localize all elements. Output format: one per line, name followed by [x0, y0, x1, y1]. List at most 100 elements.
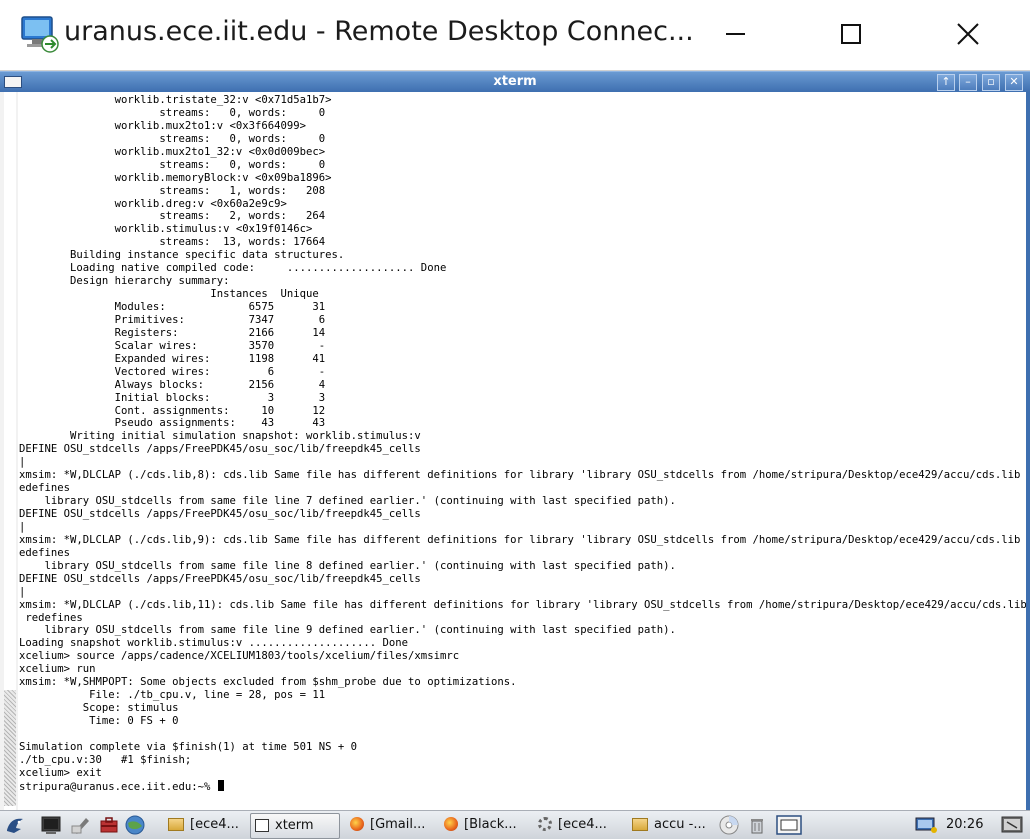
terminal-line: streams: 0, words: 0: [19, 106, 326, 119]
terminal-line: xmsim: *W,DLCLAP (./cds.lib,11): cds.lib…: [19, 598, 1026, 611]
terminal-line: Cont. assignments: 10 12: [19, 404, 326, 417]
terminal-line: worklib.mux2to1:v <0x3f664099>: [19, 119, 307, 132]
folder-icon: [632, 818, 648, 831]
terminal-line: Loading native compiled code: ..........…: [19, 262, 447, 275]
terminal-line: library OSU_stdcells from same file line…: [19, 559, 676, 572]
gear-icon: [538, 817, 552, 831]
terminal-line: worklib.stimulus:v <0x19f0146c>: [19, 223, 313, 236]
terminal-line: edefines: [19, 546, 71, 559]
terminal-line: Initial blocks: 3 3: [19, 391, 326, 404]
task-label: [ece4...: [190, 817, 239, 832]
terminal-line: worklib.mux2to1_32:v <0x0d009bec>: [19, 145, 326, 158]
terminal-icon: [255, 819, 269, 832]
clock[interactable]: 20:26: [946, 813, 983, 837]
minimize-icon[interactable]: [712, 12, 758, 58]
terminal-cursor: [217, 779, 224, 791]
terminal-line: ./tb_cpu.v:30 #1 $finish;: [19, 753, 192, 766]
editor-icon[interactable]: [70, 814, 92, 836]
start-menu-icon[interactable]: [4, 814, 26, 836]
firefox-icon: [350, 817, 364, 831]
remote-desktop-icon: [21, 16, 59, 53]
terminal-line: worklib.tristate_32:v <0x71d5a1b7>: [19, 94, 332, 106]
terminal-line: |: [19, 520, 26, 533]
terminal-line: xmsim: *W,DLCLAP (./cds.lib,8): cds.lib …: [19, 469, 1026, 482]
trash-icon[interactable]: [746, 814, 768, 836]
terminal-line: File: ./tb_cpu.v, line = 28, pos = 11: [19, 689, 326, 702]
terminal-line: Simulation complete via $finish(1) at ti…: [19, 740, 358, 753]
terminal-line: streams: 0, words: 0: [19, 132, 326, 145]
terminal-line: DEFINE OSU_stdcells /apps/FreePDK45/osu_…: [19, 572, 421, 585]
xterm-titlebar[interactable]: xterm ↑ – ▫ ✕: [0, 71, 1030, 92]
terminal-line: Expanded wires: 1198 41: [19, 352, 326, 365]
task-label: [Black...: [464, 817, 517, 832]
xterm-title: xterm: [493, 74, 537, 89]
terminal-line: Primitives: 7347 6: [19, 313, 326, 326]
task-label: [Gmail...: [370, 817, 426, 832]
terminal-line: Scope: stimulus: [19, 702, 179, 715]
task-ece4-settings[interactable]: [ece4...: [534, 813, 620, 837]
terminal-line: Pseudo assignments: 43 43: [19, 417, 326, 430]
terminal-line: streams: 0, words: 0: [19, 158, 326, 171]
desktop-pager-icon[interactable]: [776, 814, 802, 836]
task-accu-folder[interactable]: accu -...: [628, 813, 710, 837]
task-label: xterm: [275, 818, 314, 833]
xterm-restore-button[interactable]: ▫: [982, 74, 1000, 91]
terminal-line: edefines: [19, 482, 71, 495]
cd-icon[interactable]: [718, 814, 740, 836]
xterm-minimize-button[interactable]: –: [959, 74, 977, 91]
close-icon[interactable]: [944, 12, 990, 58]
task-gmail[interactable]: [Gmail...: [346, 813, 434, 837]
maximize-icon[interactable]: [828, 12, 874, 58]
network-icon[interactable]: [914, 814, 938, 836]
task-xterm[interactable]: xterm: [250, 813, 340, 839]
task-blackboard[interactable]: [Black...: [440, 813, 526, 837]
firefox-icon: [444, 817, 458, 831]
task-label: [ece4...: [558, 817, 607, 832]
terminal-line: worklib.memoryBlock:v <0x09ba1896>: [19, 171, 332, 184]
terminal-line: xmsim: *W,DLCLAP (./cds.lib,9): cds.lib …: [19, 533, 1026, 546]
xterm-right-border: [1026, 92, 1030, 810]
terminal-line: Writing initial simulation snapshot: wor…: [19, 430, 421, 443]
terminal-line: streams: 2, words: 264: [19, 210, 326, 223]
terminal-line: Loading snapshot worklib.stimulus:v ....…: [19, 637, 409, 650]
folder-icon: [168, 818, 184, 831]
toolbox-icon[interactable]: [98, 814, 120, 836]
terminal-line: DEFINE OSU_stdcells /apps/FreePDK45/osu_…: [19, 508, 421, 520]
terminal-line: Design hierarchy summary:: [19, 275, 230, 288]
remote-desktop-titlebar[interactable]: uranus.ece.iit.edu - Remote Desktop Conn…: [0, 0, 1030, 71]
terminal-output[interactable]: worklib.tristate_32:v <0x71d5a1b7> strea…: [18, 94, 1026, 808]
terminal-line: DEFINE OSU_stdcells /apps/FreePDK45/osu_…: [19, 443, 421, 456]
terminal-line: streams: 1, words: 208: [19, 184, 326, 197]
task-ece4-folder[interactable]: [ece4...: [164, 813, 246, 837]
terminal-line: |: [19, 456, 26, 469]
terminal-line: Always blocks: 2156 4: [19, 378, 326, 391]
terminal-line: xcelium> source /apps/cadence/XCELIUM180…: [19, 650, 460, 663]
terminal-line: Time: 0 FS + 0: [19, 715, 179, 727]
terminal-line: redefines: [19, 611, 83, 624]
xterm-close-button[interactable]: ✕: [1005, 74, 1023, 91]
browser-launcher-icon[interactable]: [124, 814, 146, 836]
terminal-line: Vectored wires: 6 -: [19, 365, 326, 378]
terminal-line: Registers: 2166 14: [19, 326, 326, 339]
scrollbar-thumb[interactable]: [4, 690, 16, 806]
taskbar: [ece4... xterm [Gmail... [Black... [ece4…: [0, 810, 1030, 839]
terminal-line: Building instance specific data structur…: [19, 249, 345, 262]
terminal-line: xmsim: *W,SHMPOPT: Some objects excluded…: [19, 676, 517, 689]
window-title: uranus.ece.iit.edu - Remote Desktop Conn…: [64, 16, 694, 47]
terminal-line: Scalar wires: 3570 -: [19, 339, 326, 352]
terminal-line: Instances Unique: [19, 288, 319, 301]
terminal-line: stripura@uranus.ece.iit.edu:~%: [18, 779, 1026, 793]
terminal-line: xcelium> exit: [19, 766, 102, 779]
terminal-line: streams: 13, words: 17664: [19, 236, 326, 249]
terminal-launcher-icon[interactable]: [40, 814, 62, 836]
terminal-line: library OSU_stdcells from same file line…: [19, 624, 676, 637]
shade-up-button[interactable]: ↑: [937, 74, 955, 91]
show-desktop-icon[interactable]: [1000, 814, 1026, 836]
terminal-line: Modules: 6575 31: [19, 301, 326, 313]
terminal-line: library OSU_stdcells from same file line…: [19, 495, 676, 508]
terminal-line: xcelium> run: [19, 663, 96, 676]
task-label: accu -...: [654, 817, 706, 832]
terminal-line: worklib.dreg:v <0x60a2e9c9>: [19, 197, 287, 210]
terminal-line: |: [19, 585, 26, 598]
